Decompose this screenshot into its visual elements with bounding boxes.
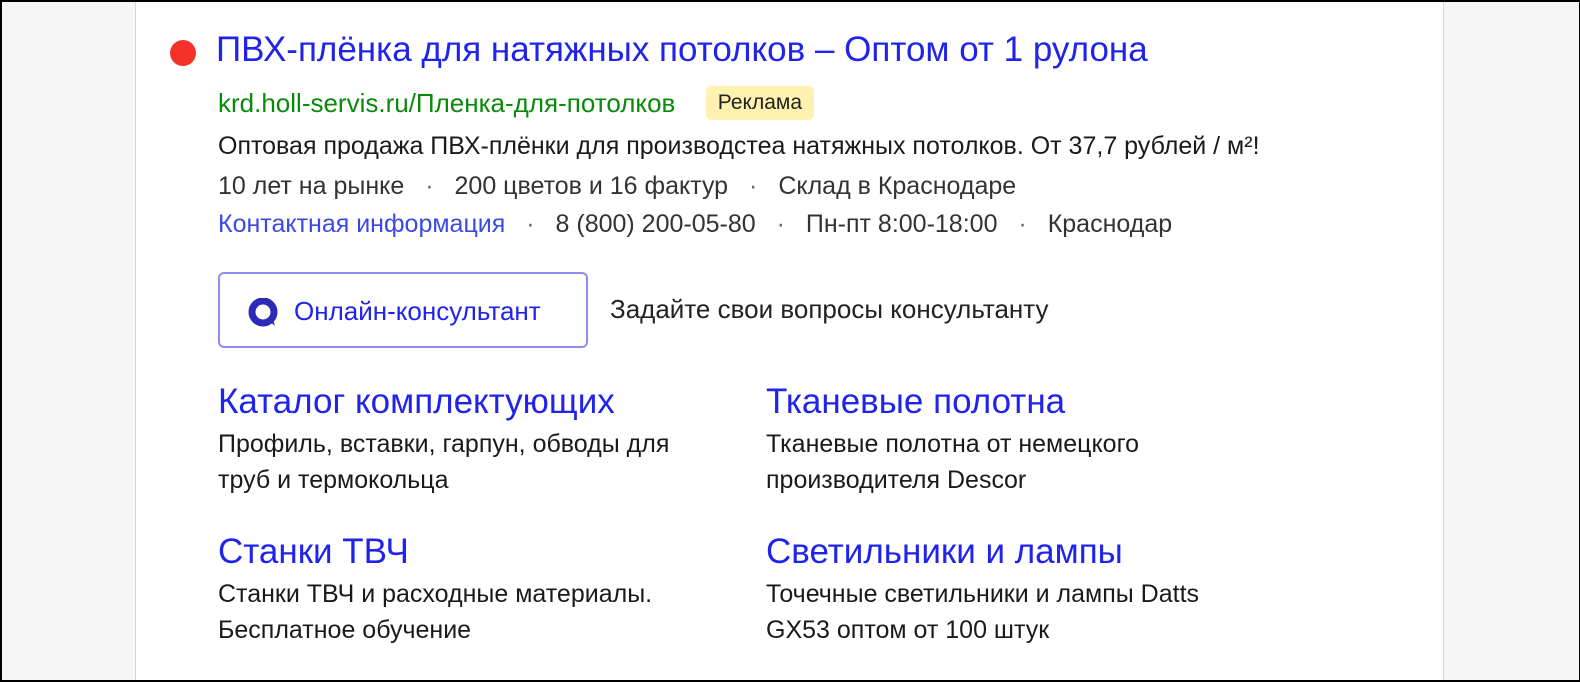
consultant-hint: Задайте свои вопросы консультанту	[610, 294, 1049, 324]
ad-features: 10 лет на рынке · 200 цветов и 16 фактур…	[218, 168, 1016, 204]
contact-info-link[interactable]: Контактная информация	[218, 210, 505, 238]
sitelink-description: Профиль, вставки, гарпун, обводы для тру…	[218, 430, 670, 494]
sitelink: Тканевые полотна Тканевые полотна от нем…	[766, 380, 1246, 498]
separator: ·	[425, 172, 434, 200]
feature-item: 200 цветов и 16 фактур	[454, 172, 729, 200]
ad-badge: Реклама	[705, 86, 815, 120]
sitelink-title[interactable]: Светильники и лампы	[766, 532, 1123, 571]
sitelink-title[interactable]: Каталог комплектующих	[218, 382, 615, 421]
sitelink: Станки ТВЧ Станки ТВЧ и расходные матери…	[218, 530, 698, 648]
sitelink: Светильники и лампы Точечные светильники…	[766, 530, 1246, 648]
feature-item: Склад в Краснодаре	[778, 172, 1017, 200]
red-dot-icon	[170, 40, 196, 66]
ad-title-link[interactable]: ПВХ-плёнка для натяжных потолков – Оптом…	[216, 28, 1148, 72]
ad-url-row: krd.holl-servis.ru/Пленка-для-потолков Р…	[218, 86, 815, 120]
feature-item: 10 лет на рынке	[218, 172, 405, 200]
sitelink-title[interactable]: Тканевые полотна	[766, 382, 1065, 421]
separator: ·	[776, 210, 785, 238]
left-gutter	[2, 2, 136, 680]
chat-bubble-icon	[248, 298, 278, 327]
contact-hours: Пн-пт 8:00-18:00	[805, 210, 998, 238]
contact-city: Краснодар	[1047, 210, 1173, 238]
sitelink-description: Точечные светильники и лампы Datts GX53 …	[766, 580, 1200, 644]
sitelink-description: Тканевые полотна от немецкого производит…	[766, 430, 1140, 494]
sitelink: Каталог комплектующих Профиль, вставки, …	[218, 380, 698, 498]
sitelink-title[interactable]: Станки ТВЧ	[218, 532, 409, 571]
consultant-button-label: Онлайн-консультант	[294, 296, 541, 326]
ad-description: Оптовая продажа ПВХ-плёнки для производс…	[218, 132, 1260, 160]
separator: ·	[1018, 210, 1027, 238]
contact-phone[interactable]: 8 (800) 200-05-80	[556, 210, 756, 238]
separator: ·	[749, 172, 758, 200]
ad-contacts: Контактная информация · 8 (800) 200-05-8…	[218, 206, 1172, 242]
online-consultant-button[interactable]: Онлайн-консультант	[218, 272, 588, 348]
separator: ·	[526, 210, 535, 238]
sitelink-description: Станки ТВЧ и расходные материалы. Беспла…	[218, 580, 653, 644]
right-gutter	[1443, 2, 1579, 680]
ad-url-link[interactable]: krd.holl-servis.ru/Пленка-для-потолков	[218, 86, 675, 120]
